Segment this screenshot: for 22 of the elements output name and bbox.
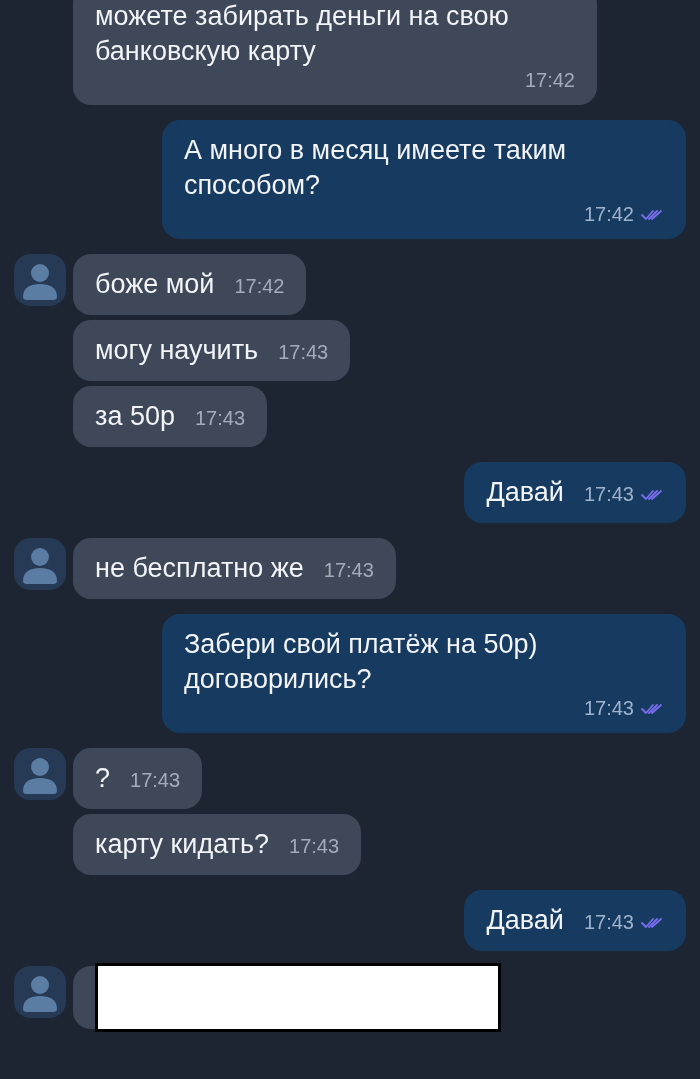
message-time: 17:43 [130,769,181,792]
message-text: можете забирать деньги на свою банковскую карту [95,0,510,68]
message-time: 17:43 [278,341,329,364]
message-time: 17:42 [583,203,634,226]
message-time: 17:43 [323,559,374,582]
message-text: могу научить [95,334,259,367]
message-time: 17:43 [583,483,634,506]
message-text: Забери свой платёж на 50р) договорились? [184,628,539,696]
message-time: 17:43 [583,911,634,934]
message-text: А много в месяц имеете таким способом? [184,134,568,202]
message-time: 17:42 [234,275,285,298]
message-time: 17:42 [524,69,575,92]
message-text: боже мой [95,268,215,301]
message-text: карту кидать? [95,828,270,861]
message-time: 17:43 [583,697,634,720]
message-text: Давай [486,476,564,509]
message-text: Давай [486,904,564,937]
message-time: 17:43 [194,407,245,430]
message-time: 17:43 [289,835,340,858]
message-text: не бесплатно же [95,552,304,585]
message-text: ? [95,762,111,795]
message-text: за 50р [95,400,175,433]
